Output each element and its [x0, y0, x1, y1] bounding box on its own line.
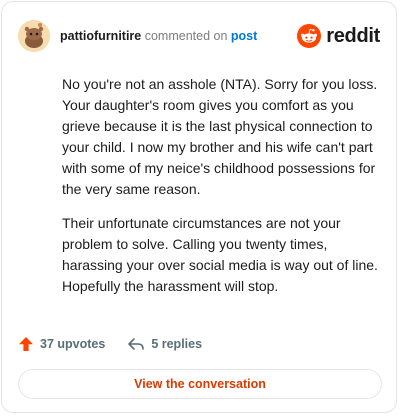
username-link[interactable]: pattiofurnitire — [60, 29, 141, 43]
reply-count: 5 replies — [151, 337, 203, 351]
reddit-brand[interactable]: reddit — [297, 24, 380, 48]
comment-header: pattiofurnitire commented on post reddit — [18, 18, 380, 54]
upvote-button[interactable]: 37 upvotes — [18, 336, 105, 352]
snoo-avatar-icon — [18, 20, 50, 52]
comment-paragraph: No you're not an asshole (NTA). Sorry fo… — [62, 76, 378, 197]
comment-actions: 37 upvotes 5 replies — [18, 334, 202, 354]
reddit-logo-icon — [297, 24, 322, 48]
brand-wordmark: reddit — [326, 24, 380, 47]
comment-meta: pattiofurnitire commented on post — [60, 29, 297, 43]
post-link[interactable]: post — [231, 29, 257, 43]
upvote-count: 37 upvotes — [40, 337, 106, 351]
view-conversation-button[interactable]: View the conversation — [18, 369, 382, 399]
comment-paragraph: Their unfortunate circumstances are not … — [62, 215, 378, 294]
upvote-arrow-icon — [19, 337, 33, 351]
comment-card: pattiofurnitire commented on post reddit… — [1, 1, 397, 413]
reply-arrow-icon — [128, 338, 145, 350]
comment-body: No you're not an asshole (NTA). Sorry fo… — [62, 74, 384, 310]
replies-button[interactable]: 5 replies — [127, 336, 202, 352]
user-avatar[interactable] — [18, 20, 50, 52]
comment-verb: commented on — [144, 29, 228, 43]
